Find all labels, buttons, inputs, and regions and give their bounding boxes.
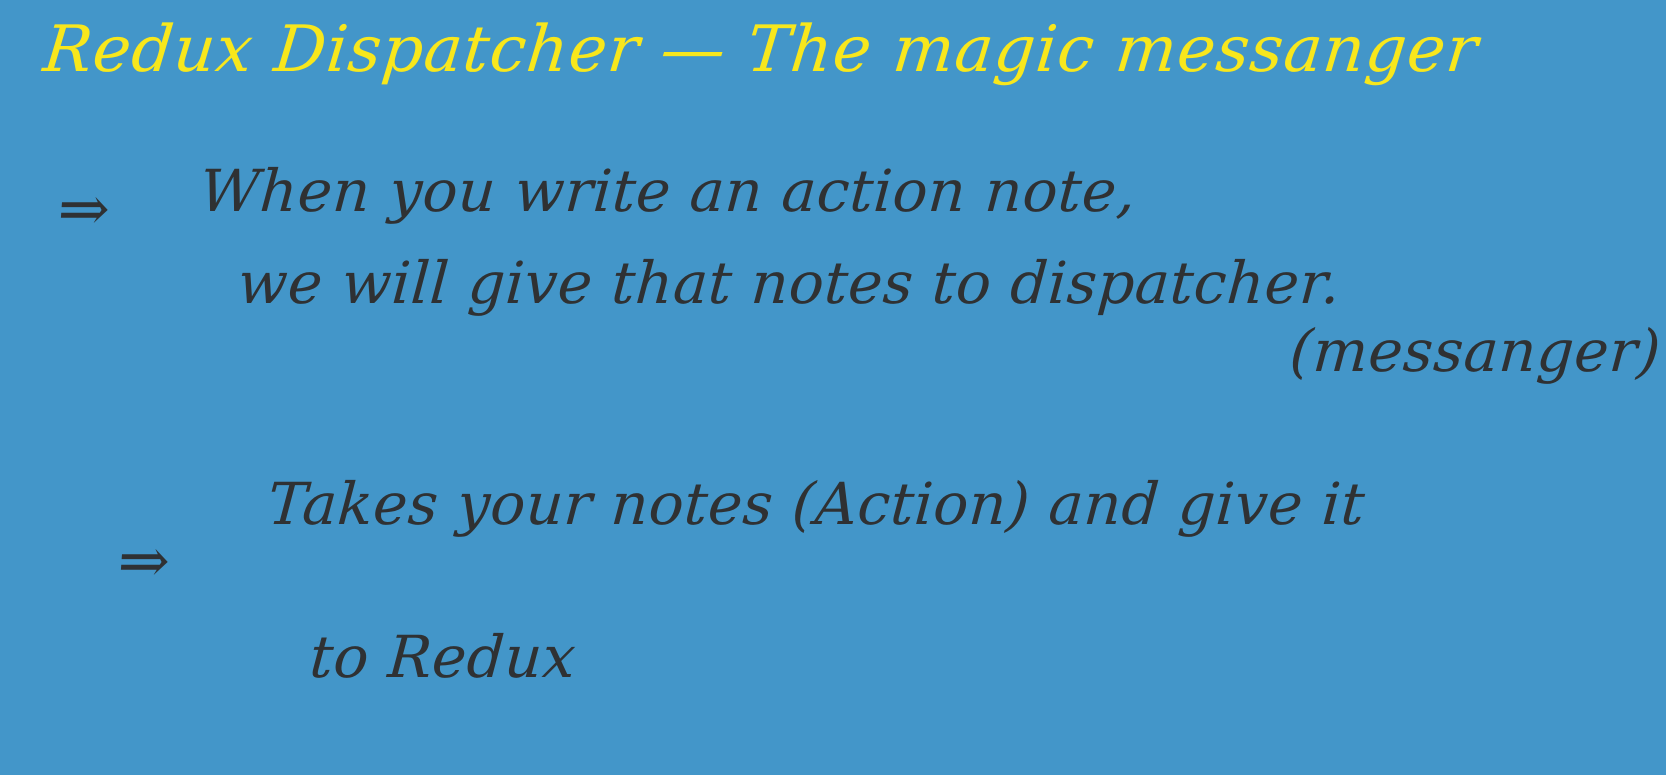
bullet-arrow-icon: ⇒ xyxy=(115,524,174,597)
bullet1-line2: we will give that notes to dispatcher. xyxy=(235,249,1343,317)
bullet1-line3: (messanger) xyxy=(1287,317,1664,385)
whiteboard-canvas: Redux Dispatcher — The magic messanger ⇒… xyxy=(0,0,1666,775)
bullet2-line1: Takes your notes (Action) and give it xyxy=(265,470,1368,538)
page-title: Redux Dispatcher — The magic messanger xyxy=(40,13,1482,87)
bullet1-line1: When you write an action note, xyxy=(197,157,1139,225)
bullet2-line2: to Redux xyxy=(307,623,579,691)
bullet-arrow-icon: ⇒ xyxy=(55,172,114,245)
